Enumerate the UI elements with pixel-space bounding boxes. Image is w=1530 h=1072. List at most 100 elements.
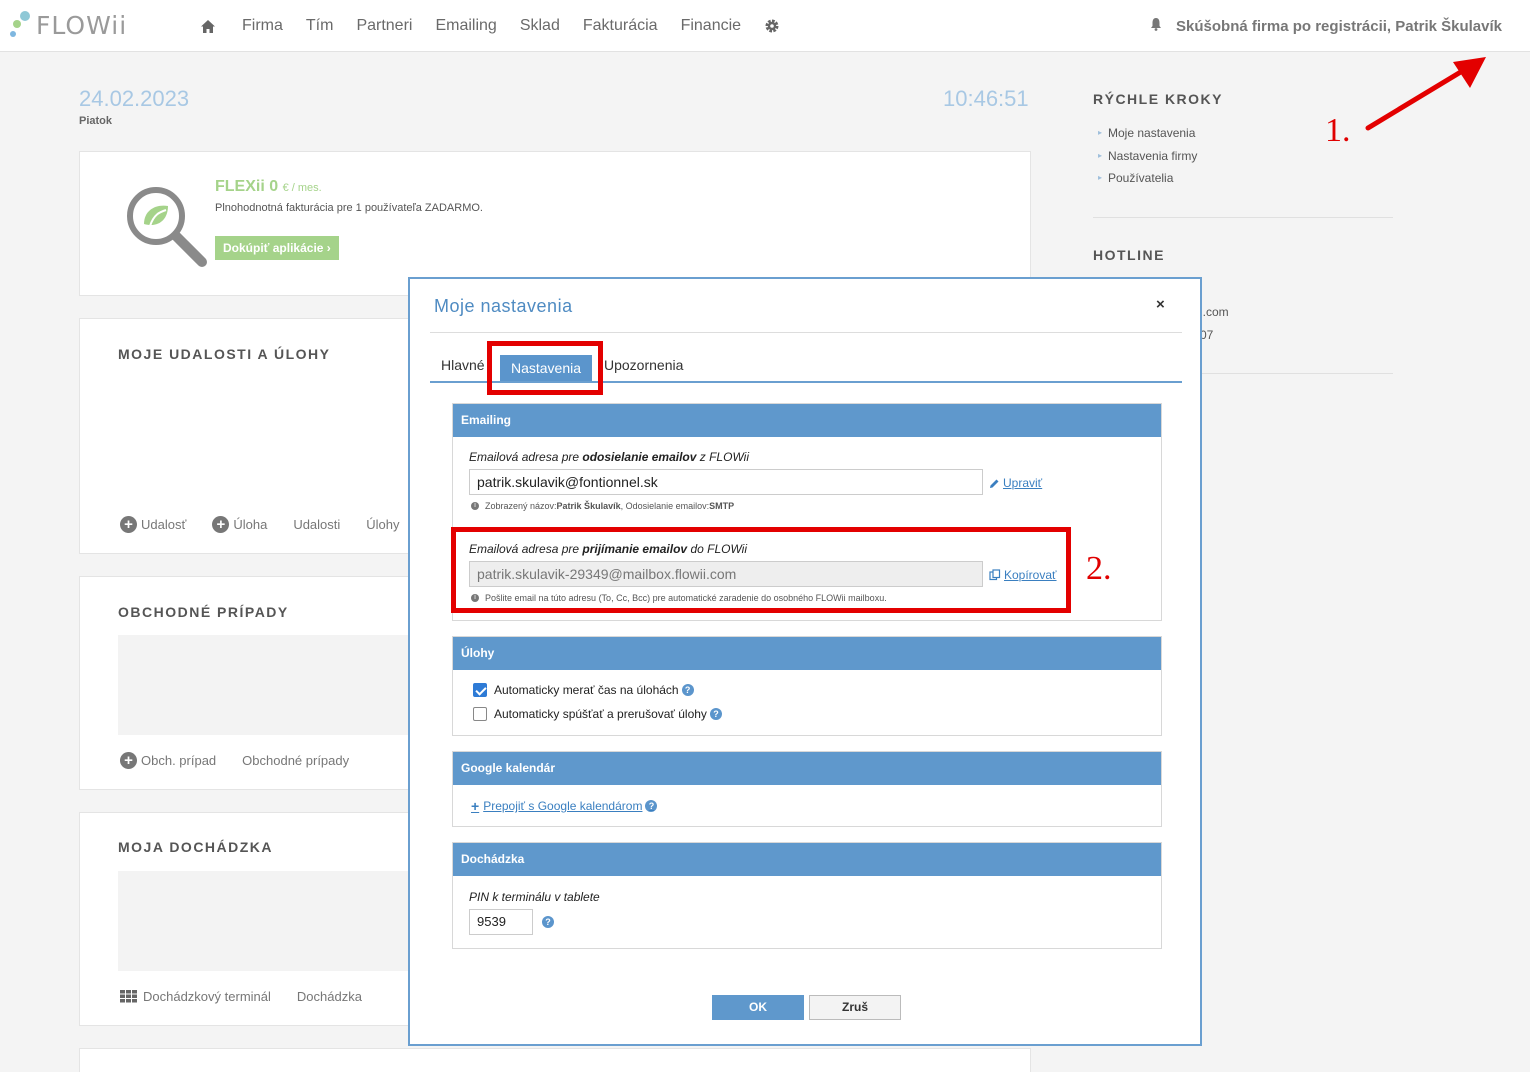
attendance-terminal-label: Dochádzkový terminál bbox=[143, 989, 271, 1004]
tasks-link[interactable]: Úlohy bbox=[366, 517, 399, 532]
red-highlight-receive-email bbox=[451, 527, 1071, 613]
next-card bbox=[79, 1048, 1031, 1072]
quick-step-company-settings[interactable]: Nastavenia firmy bbox=[1098, 148, 1197, 171]
nav-firma[interactable]: Firma bbox=[242, 17, 283, 35]
quick-step-users[interactable]: Používatelia bbox=[1098, 170, 1197, 193]
add-task-button[interactable]: + Úloha bbox=[212, 516, 267, 533]
auto-time-label: Automaticky merať čas na úlohách bbox=[494, 683, 679, 697]
emailing-panel-header: Emailing bbox=[453, 404, 1161, 437]
info-icon: i bbox=[471, 502, 479, 510]
quick-step-my-settings[interactable]: Moje nastavenia bbox=[1098, 125, 1197, 148]
hotline-email: i.com bbox=[1200, 305, 1229, 319]
deals-placeholder bbox=[118, 635, 408, 735]
deals-link[interactable]: Obchodné prípady bbox=[242, 753, 349, 768]
pencil-icon bbox=[990, 479, 999, 488]
help-icon[interactable]: ? bbox=[709, 708, 722, 720]
plus-icon: + bbox=[471, 798, 480, 814]
buy-apps-button[interactable]: Dokúpiť aplikácie › bbox=[215, 236, 339, 260]
plus-circle-icon: + bbox=[212, 516, 230, 533]
nav-financie[interactable]: Financie bbox=[681, 17, 741, 35]
help-icon[interactable]: ? bbox=[542, 916, 554, 928]
connect-google-calendar-link[interactable]: + Prepojiť s Google kalendárom ? bbox=[471, 798, 658, 814]
nav-sklad[interactable]: Sklad bbox=[520, 17, 560, 35]
help-icon[interactable]: ? bbox=[681, 684, 694, 696]
annotation-number-2: 2. bbox=[1086, 550, 1112, 587]
current-time: 10:46:51 bbox=[943, 86, 1029, 111]
pin-field[interactable]: 9539 bbox=[469, 909, 533, 935]
pin-label: PIN k terminálu v tablete bbox=[469, 890, 600, 904]
deals-title: OBCHODNÉ PRÍPADY bbox=[118, 604, 289, 620]
hint-part: SMTP bbox=[709, 501, 735, 511]
nav-fakturacia[interactable]: Fakturácia bbox=[583, 17, 658, 35]
promo-description: Plnohodnotná fakturácia pre 1 používateľ… bbox=[215, 202, 483, 214]
gear-icon[interactable] bbox=[764, 18, 780, 34]
ok-button[interactable]: OK bbox=[712, 995, 804, 1020]
tab-hlavne[interactable]: Hlavné bbox=[441, 357, 485, 373]
main-nav: Firma Tím Partneri Emailing Sklad Faktur… bbox=[200, 0, 806, 52]
add-task-label: Úloha bbox=[233, 517, 268, 532]
nav-emailing[interactable]: Emailing bbox=[435, 17, 496, 35]
current-date: 24.02.2023 bbox=[79, 86, 190, 111]
home-icon[interactable] bbox=[200, 19, 216, 34]
red-arrow-annotation bbox=[1365, 57, 1486, 131]
nav-partneri[interactable]: Partneri bbox=[356, 17, 412, 35]
edit-email-link[interactable]: Upraviť bbox=[989, 476, 1042, 490]
quick-steps-title: RÝCHLE KROKY bbox=[1093, 91, 1224, 107]
user-company-name[interactable]: Skúšobná firma po registrácii, Patrik Šk… bbox=[1176, 18, 1502, 35]
attendance-panel-header: Dochádzka bbox=[453, 843, 1161, 876]
tasks-panel-header: Úlohy bbox=[453, 637, 1161, 670]
label-part: odosielanie emailov bbox=[582, 450, 697, 464]
logo-text: FLOWii bbox=[36, 10, 128, 40]
send-email-label: Emailová adresa pre odosielanie emailov … bbox=[469, 450, 749, 464]
google-calendar-panel-header: Google kalendár bbox=[453, 752, 1161, 785]
attendance-terminal-button[interactable]: Dochádzkový terminál bbox=[120, 989, 271, 1004]
quick-steps-list: Moje nastavenia Nastavenia firmy Používa… bbox=[1098, 125, 1197, 193]
auto-start-checkbox[interactable] bbox=[473, 707, 487, 721]
promo-card: FLEXii 0 € / mes. Plnohodnotná fakturáci… bbox=[79, 151, 1031, 296]
hotline-phone: 07 bbox=[1200, 328, 1214, 342]
tab-upozornenia[interactable]: Upozornenia bbox=[604, 357, 683, 373]
bell-icon[interactable] bbox=[1150, 17, 1162, 36]
events-link[interactable]: Udalosti bbox=[293, 517, 340, 532]
hint-part: Zobrazený názov: bbox=[485, 501, 557, 511]
hotline-title: HOTLINE bbox=[1093, 247, 1165, 263]
connect-google-calendar-label: Prepojiť s Google kalendárom bbox=[483, 799, 643, 813]
red-highlight-settings-tab bbox=[487, 341, 603, 395]
hint-part: , Odosielanie emailov: bbox=[620, 501, 710, 511]
auto-time-checkbox[interactable] bbox=[473, 683, 487, 697]
close-icon[interactable]: × bbox=[1156, 296, 1165, 313]
edit-email-link-label: Upraviť bbox=[1003, 476, 1043, 490]
add-deal-button[interactable]: + Obch. prípad bbox=[120, 752, 216, 769]
dialog-separator bbox=[430, 332, 1182, 333]
help-icon[interactable]: ? bbox=[645, 800, 658, 812]
send-email-hint: i Zobrazený názov: Patrik Škulavík, Odos… bbox=[471, 501, 734, 511]
cancel-button[interactable]: Zruš bbox=[809, 995, 901, 1020]
send-email-field[interactable]: patrik.skulavik@fontionnel.sk bbox=[469, 469, 983, 495]
attendance-panel: Dochádzka PIN k terminálu v tablete 9539… bbox=[452, 842, 1162, 949]
current-day: Piatok bbox=[79, 115, 113, 127]
nav-tim[interactable]: Tím bbox=[306, 17, 334, 35]
promo-title: FLEXii 0 € / mes. bbox=[215, 178, 322, 196]
auto-time-option[interactable]: Automaticky merať čas na úlohách ? bbox=[473, 683, 694, 697]
events-tasks-actions: + Udalosť + Úloha Udalosti Úlohy bbox=[120, 516, 426, 533]
grid-icon bbox=[120, 990, 137, 1003]
promo-plan-name: FLEXii 0 bbox=[215, 178, 279, 195]
logo-icon bbox=[10, 11, 30, 37]
plus-circle-icon: + bbox=[120, 752, 137, 769]
user-area: Skúšobná firma po registrácii, Patrik Šk… bbox=[1150, 0, 1502, 52]
attendance-link[interactable]: Dochádzka bbox=[297, 989, 362, 1004]
top-navigation: FLOWii Firma Tím Partneri Emailing Sklad… bbox=[0, 0, 1530, 52]
auto-start-option[interactable]: Automaticky spúšťať a prerušovať úlohy ? bbox=[473, 707, 722, 721]
add-event-label: Udalosť bbox=[141, 517, 187, 532]
promo-price-unit: € / mes. bbox=[282, 182, 322, 194]
label-part: z FLOWii bbox=[696, 450, 749, 464]
tasks-panel: Úlohy Automaticky merať čas na úlohách ?… bbox=[452, 636, 1162, 736]
annotation-number-1: 1. bbox=[1325, 112, 1351, 149]
deals-actions: + Obch. prípad Obchodné prípady bbox=[120, 752, 375, 769]
divider bbox=[1093, 217, 1393, 218]
flowii-logo[interactable]: FLOWii bbox=[8, 8, 127, 42]
events-tasks-title: MOJE UDALOSTI A ÚLOHY bbox=[118, 346, 331, 362]
add-event-button[interactable]: + Udalosť bbox=[120, 516, 186, 533]
add-deal-label: Obch. prípad bbox=[141, 753, 217, 768]
attendance-actions: Dochádzkový terminál Dochádzka bbox=[120, 989, 388, 1004]
